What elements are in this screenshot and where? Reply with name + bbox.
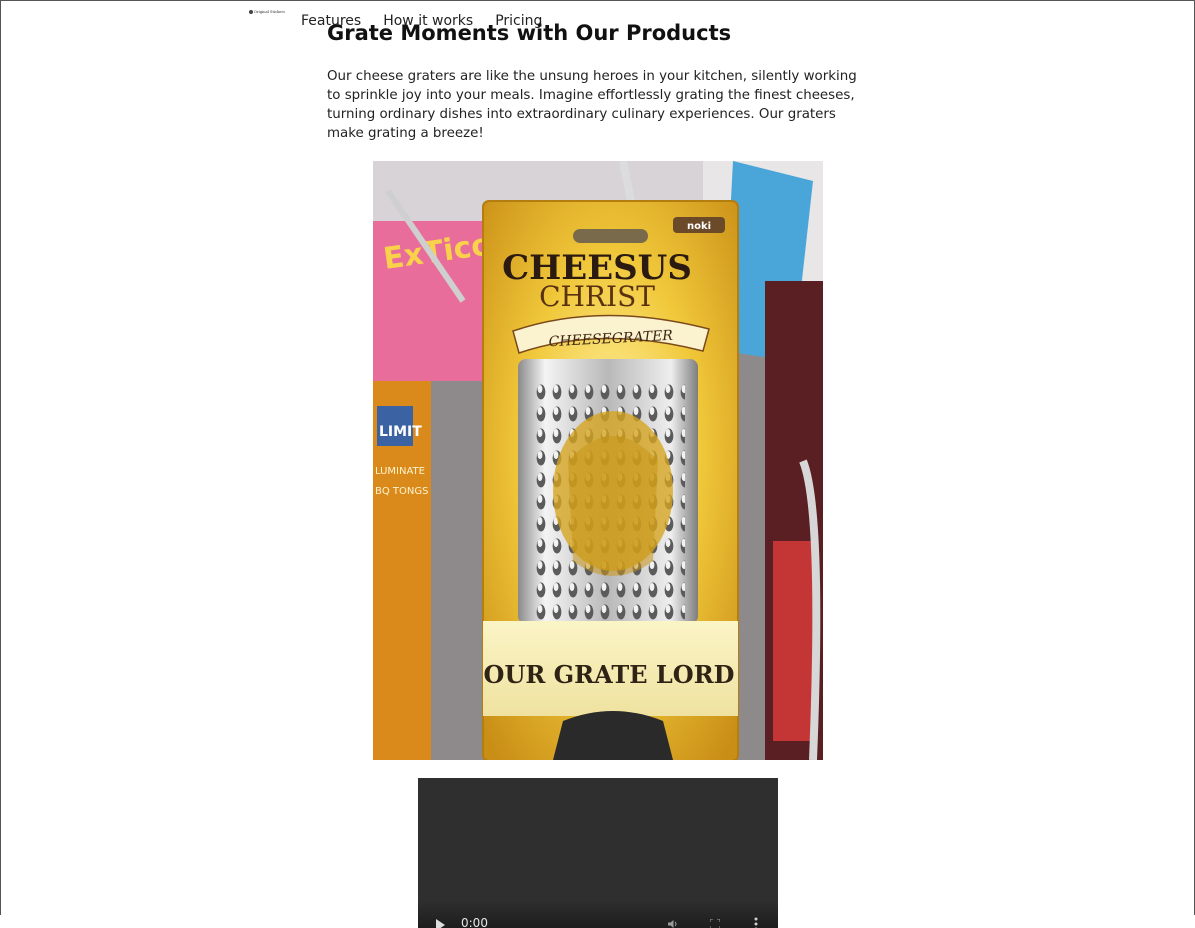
nav-link-pricing[interactable]: Pricing [495, 13, 542, 29]
side-box-text-3: BQ TONGS [375, 486, 428, 497]
product-photo: ExTico LIMIT LUMINATE BQ TONGS noki CHEE… [373, 161, 823, 760]
section-description: Our cheese graters are like the unsung h… [327, 67, 863, 143]
logo-mark-icon [249, 10, 253, 14]
video-time: 0:00 [461, 916, 488, 928]
logo-text: Original Stickers [254, 10, 285, 14]
nav-link-features[interactable]: Features [301, 13, 361, 29]
main-nav: Features How it works Pricing [301, 13, 542, 29]
package-title-line2: CHRIST [539, 280, 655, 313]
play-icon[interactable] [436, 919, 445, 928]
more-options-icon[interactable] [754, 917, 758, 928]
video-player[interactable]: 0:00 [418, 778, 778, 928]
side-box-text-2: LUMINATE [375, 466, 425, 477]
volume-icon[interactable] [668, 919, 678, 928]
package-brand: noki [687, 221, 711, 232]
fullscreen-icon[interactable] [710, 919, 720, 928]
side-box-text-1: LIMIT [379, 424, 422, 440]
nav-link-how-it-works[interactable]: How it works [383, 13, 473, 29]
video-controls: 0:00 [418, 900, 778, 928]
logo[interactable]: Original Stickers [249, 10, 285, 14]
package-band-text: OUR GRATE LORD [484, 660, 735, 689]
